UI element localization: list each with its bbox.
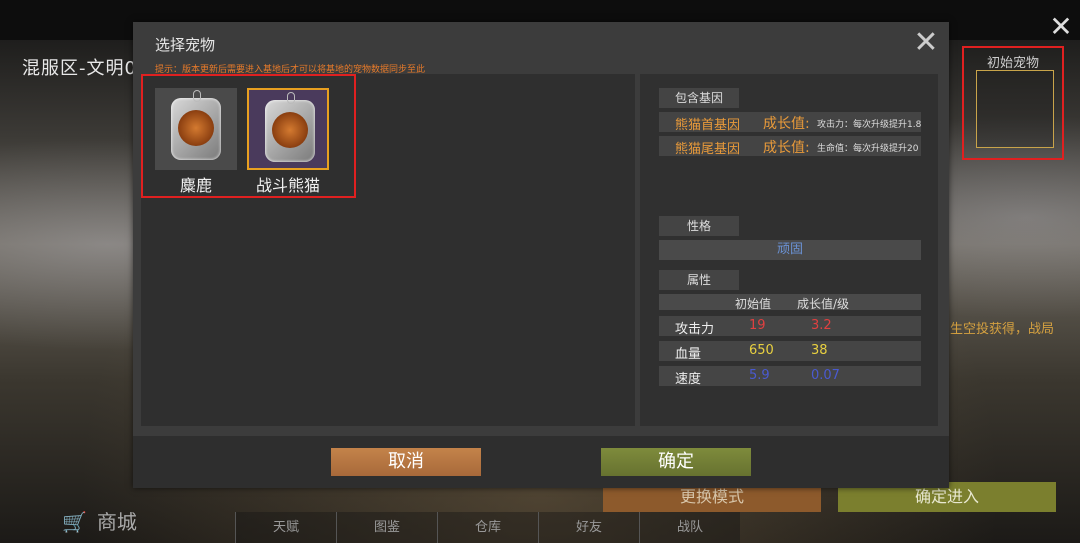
dog-tag-icon: [171, 90, 221, 160]
attribute-row: 血量 650 38: [659, 341, 921, 362]
character-section-label: 性格: [659, 216, 739, 236]
pet-info-panel: 包含基因 熊猫首基因 成长值: 攻击力：每次升级提升1.8 熊猫尾基因 成长值:…: [640, 74, 938, 426]
server-label: 混服区-文明0: [22, 58, 137, 79]
confirm-button[interactable]: 确定: [601, 448, 751, 476]
gene-row: 熊猫尾基因 成长值: 生命值：每次升级提升20: [659, 136, 921, 156]
attributes-header: 初始值 成长值/级: [659, 294, 921, 311]
tab-friends[interactable]: 好友: [538, 512, 639, 543]
gene-desc: 攻击力：每次升级提升1.8: [817, 120, 921, 130]
cart-icon: 🛒: [62, 510, 87, 534]
tab-codex[interactable]: 图鉴: [336, 512, 437, 543]
dialog-footer: 取消 确定: [133, 436, 949, 488]
attribute-row: 攻击力 19 3.2: [659, 316, 921, 337]
pet-item-elk[interactable]: [155, 88, 237, 170]
pet-name: 战斗熊猫: [255, 176, 320, 195]
attr-growth: 0.07: [811, 368, 840, 383]
attr-initial: 19: [749, 318, 766, 333]
tab-talent[interactable]: 天赋: [235, 512, 336, 543]
attributes-section-label: 属性: [659, 270, 739, 290]
shop-button[interactable]: 🛒 商城: [62, 506, 137, 535]
gene-row: 熊猫首基因 成长值: 攻击力：每次升级提升1.8: [659, 112, 921, 132]
attribute-row: 速度 5.9 0.07: [659, 366, 921, 387]
pet-name: 麋鹿: [179, 176, 212, 195]
tab-warehouse[interactable]: 仓库: [437, 512, 538, 543]
character-value: 顽固: [659, 240, 921, 260]
starting-pet-title: 初始宠物: [986, 56, 1039, 71]
gene-desc: 生命值：每次升级提升20: [817, 144, 919, 154]
dialog-title: 选择宠物: [155, 36, 216, 54]
dialog-close-icon[interactable]: ✕: [911, 28, 941, 58]
pet-list-panel: 麋鹿 战斗熊猫: [141, 74, 635, 426]
shop-label: 商城: [96, 510, 137, 534]
gene-growth-label: 成长值:: [763, 116, 810, 132]
gene-name: 熊猫尾基因: [675, 142, 741, 156]
col-initial: 初始值: [735, 297, 772, 311]
gene-growth-label: 成长值:: [763, 140, 810, 156]
starting-pet-slot[interactable]: [976, 70, 1054, 148]
starting-pet-panel[interactable]: 初始宠物: [962, 46, 1064, 160]
attr-name: 攻击力: [675, 322, 715, 337]
select-pet-dialog: 选择宠物 ✕ 提示：版本更新后需要进入基地后才可以将基地的宠物数据同步至此 麋鹿…: [133, 22, 949, 488]
attr-initial: 650: [749, 343, 774, 358]
bottom-tabs: 天赋 图鉴 仓库 好友 战队: [235, 512, 740, 543]
background-side-text: 生空投获得，战局: [950, 322, 1055, 337]
attr-initial: 5.9: [749, 368, 770, 383]
dog-tag-icon: [265, 92, 315, 162]
col-growth: 成长值/级: [797, 297, 850, 311]
attr-growth: 38: [811, 343, 828, 358]
gene-name: 熊猫首基因: [675, 118, 741, 132]
cancel-button[interactable]: 取消: [331, 448, 481, 476]
pet-item-panda[interactable]: [247, 88, 329, 170]
attr-name: 速度: [675, 372, 702, 387]
attr-growth: 3.2: [811, 318, 832, 333]
pets-highlight-box: 麋鹿 战斗熊猫: [141, 74, 356, 198]
genes-section-label: 包含基因: [659, 88, 739, 108]
attr-name: 血量: [675, 347, 702, 362]
close-icon[interactable]: ✕: [1048, 13, 1074, 41]
tab-team[interactable]: 战队: [639, 512, 740, 543]
